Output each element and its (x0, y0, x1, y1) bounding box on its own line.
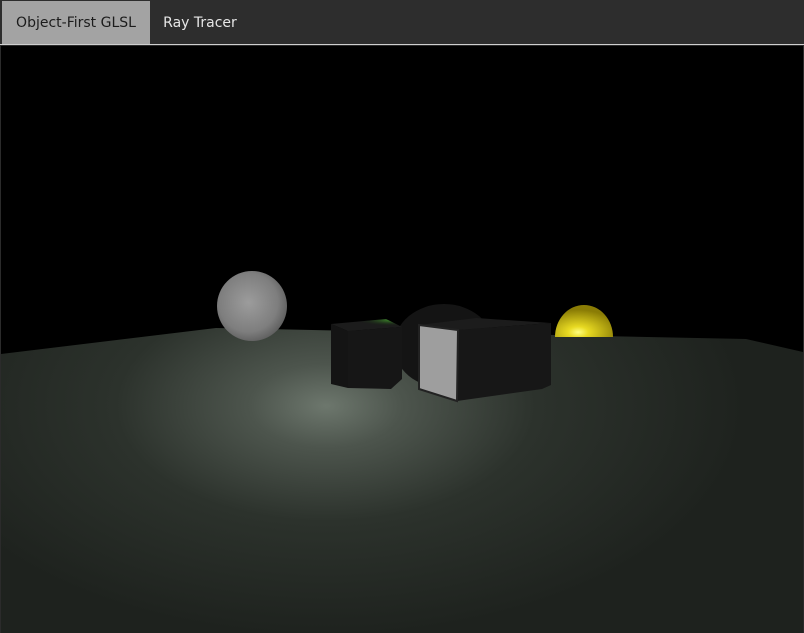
tab-ray-tracer[interactable]: Ray Tracer (150, 1, 250, 44)
tab-object-first-glsl[interactable]: Object-First GLSL (2, 1, 150, 44)
yellow-sphere (555, 305, 613, 337)
dark-cube (331, 319, 402, 389)
render-viewport[interactable] (1, 46, 803, 633)
tab-bar: Object-First GLSL Ray Tracer (0, 0, 804, 45)
white-faced-box (418, 318, 551, 403)
white-sphere (217, 271, 287, 341)
